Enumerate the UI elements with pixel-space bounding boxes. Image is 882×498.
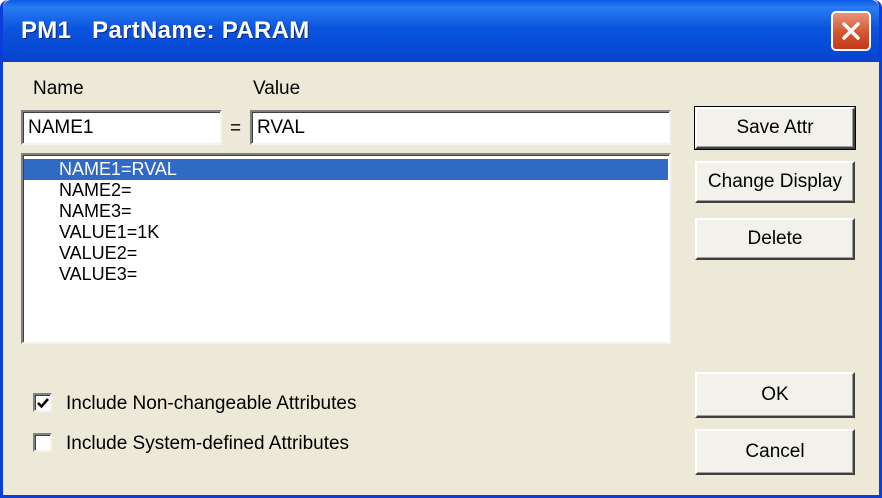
list-item[interactable]: VALUE2= — [24, 243, 668, 264]
value-label: Value — [253, 78, 301, 99]
non-changeable-checkbox[interactable] — [33, 393, 52, 412]
change-display-button[interactable]: Change Display — [695, 161, 855, 203]
system-defined-checkbox[interactable] — [33, 433, 52, 452]
name-field[interactable] — [21, 110, 222, 145]
cancel-button[interactable]: Cancel — [695, 429, 855, 475]
non-changeable-label[interactable]: Include Non-changeable Attributes — [66, 393, 356, 415]
value-field[interactable] — [250, 110, 671, 145]
list-item[interactable]: VALUE3= — [24, 264, 668, 285]
close-icon — [840, 20, 862, 42]
checkmark-icon — [37, 398, 49, 409]
window-title: PM1 PartName: PARAM — [21, 17, 310, 44]
ok-button[interactable]: OK — [695, 372, 855, 418]
equals-sign: = — [230, 118, 242, 139]
close-button[interactable] — [831, 11, 871, 51]
list-item[interactable]: NAME2= — [24, 180, 668, 201]
param-dialog: PM1 PartName: PARAM Name Value = NAME1=R… — [0, 0, 882, 498]
title-bar[interactable]: PM1 PartName: PARAM — [3, 0, 879, 62]
name-label: Name — [33, 78, 84, 99]
save-attr-button[interactable]: Save Attr — [694, 106, 856, 150]
delete-button[interactable]: Delete — [695, 218, 855, 260]
list-item[interactable]: NAME1=RVAL — [24, 159, 668, 180]
system-defined-label[interactable]: Include System-defined Attributes — [66, 433, 349, 455]
list-item[interactable]: VALUE1=1K — [24, 222, 668, 243]
list-item[interactable]: NAME3= — [24, 201, 668, 222]
attribute-list[interactable]: NAME1=RVAL NAME2= NAME3= VALUE1=1K VALUE… — [21, 153, 671, 344]
